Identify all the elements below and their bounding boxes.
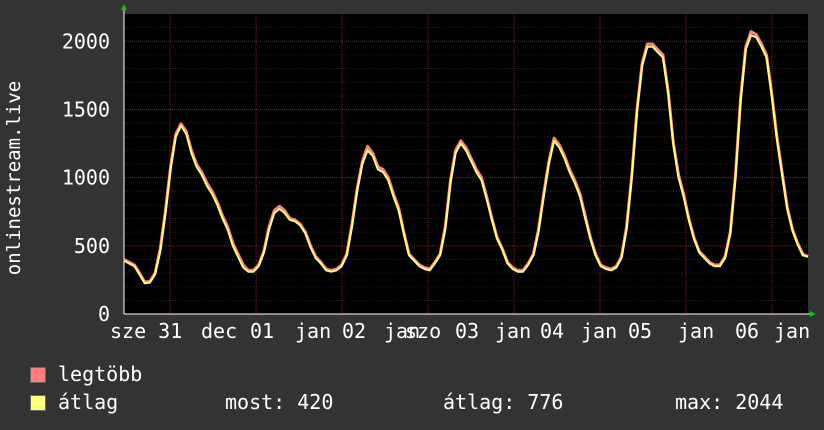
- y-tick-label: 1500: [62, 97, 110, 121]
- x-tick-label: 05: [628, 319, 652, 343]
- x-tick-label: 04: [540, 319, 564, 343]
- x-tick-label: 03: [455, 319, 479, 343]
- legend-label-avg: átlag: [58, 390, 119, 414]
- y-tick-label: 500: [74, 234, 110, 258]
- x-tick-label: jan: [495, 319, 531, 343]
- x-tick-label: sze 31: [110, 319, 182, 343]
- legend-label-max: legtöbb: [58, 362, 143, 386]
- plot-area: 0 500 1000 1500 2000 onlinestream.live sze 31 d…: [3, 4, 816, 343]
- x-tick-label: jan: [581, 319, 617, 343]
- y-axis-arrow: [121, 4, 127, 10]
- x-tick-label: jan: [774, 319, 810, 343]
- stat-atlag: átlag: 776: [443, 390, 564, 414]
- x-tick-label: 01: [250, 319, 274, 343]
- y-tick-label: 1000: [62, 166, 110, 190]
- legend-swatch-max: [30, 367, 46, 383]
- stat-most: most: 420: [225, 390, 334, 414]
- x-tick-label: 02: [342, 319, 366, 343]
- x-tick-label: dec: [201, 319, 237, 343]
- y-tick-label: 2000: [62, 29, 110, 53]
- x-tick-label: jan: [678, 319, 714, 343]
- x-tick-label: szo: [405, 319, 441, 343]
- x-tick-label: jan: [295, 319, 331, 343]
- legend-swatch-avg: [30, 395, 46, 411]
- x-axis-arrow: [810, 311, 816, 317]
- x-tick-label: 06: [735, 319, 759, 343]
- y-tick-label: 0: [98, 302, 110, 326]
- stat-max: max: 2044: [675, 390, 784, 414]
- y-axis-label: onlinestream.live: [3, 81, 25, 275]
